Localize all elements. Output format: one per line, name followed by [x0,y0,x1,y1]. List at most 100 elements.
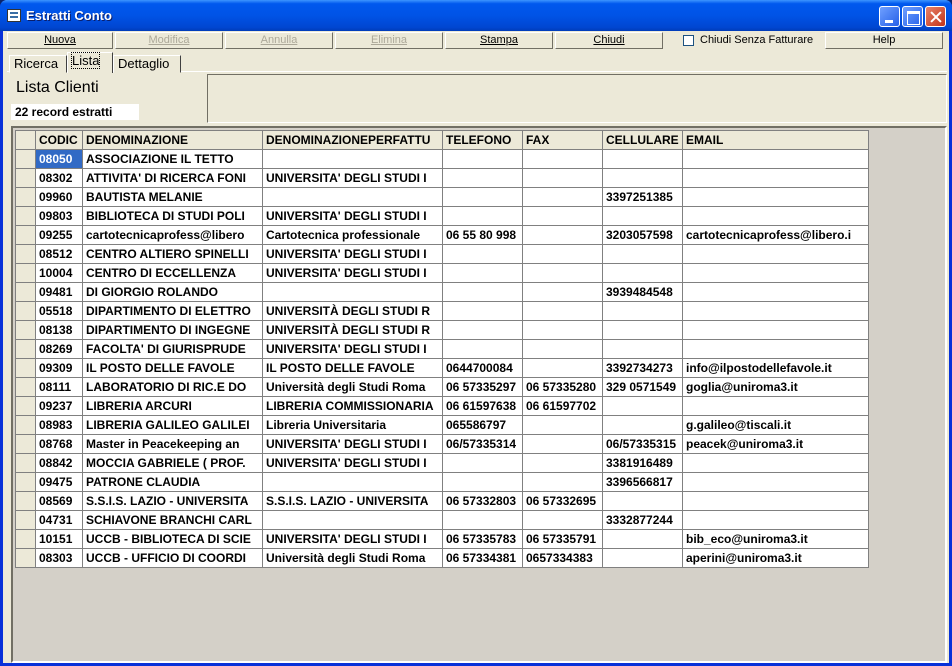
table-cell[interactable]: Università degli Studi Roma [262,377,443,397]
table-cell[interactable]: LIBRERIA COMMISSIONARIA [262,396,443,416]
table-cell[interactable]: 3939484548 [602,282,683,302]
table-cell[interactable]: 06 55 80 998 [442,225,523,245]
table-cell[interactable] [602,149,683,169]
table-cell[interactable] [602,529,683,549]
column-header[interactable]: FAX [522,130,603,150]
tab-dettaglio[interactable]: Dettaglio [113,55,181,73]
row-selector[interactable] [15,282,36,302]
table-cell[interactable]: cartotecnicaprofess@libero [82,225,263,245]
table-cell[interactable] [442,339,523,359]
table-cell[interactable] [682,339,869,359]
table-cell[interactable]: 3332877244 [602,510,683,530]
column-header[interactable]: DENOMINAZIONEPERFATTU [262,130,443,150]
chiudi-senza-fatturare-checkbox[interactable] [683,35,694,46]
table-row[interactable]: 08111 LABORATORIO DI RIC.E DO Università d… [15,377,869,397]
table-cell[interactable]: 08569 [35,491,83,511]
table-cell[interactable] [522,149,603,169]
table-cell[interactable]: 09803 [35,206,83,226]
table-cell[interactable]: 09960 [35,187,83,207]
table-row[interactable]: 08303 UCCB - UFFICIO DI COORDI Università … [15,548,869,568]
table-cell[interactable]: ASSOCIAZIONE IL TETTO [82,149,263,169]
maximize-button[interactable] [902,6,923,27]
table-cell[interactable]: S.S.I.S. LAZIO - UNIVERSITA [82,491,263,511]
table-cell[interactable]: 06 57332695 [522,491,603,511]
modifica-button[interactable]: Modifica [115,32,223,49]
table-cell[interactable]: PATRONE CLAUDIA [82,472,263,492]
table-cell[interactable]: cartotecnicaprofess@libero.i [682,225,869,245]
row-selector[interactable] [15,168,36,188]
table-cell[interactable]: 065586797 [442,415,523,435]
help-button[interactable]: Help [825,32,943,49]
table-cell[interactable] [682,187,869,207]
table-cell[interactable]: 0644700084 [442,358,523,378]
table-cell[interactable]: UNIVERSITÀ DEGLI STUDI R [262,301,443,321]
table-cell[interactable] [442,149,523,169]
table-cell[interactable]: BIBLIOTECA DI STUDI POLI [82,206,263,226]
table-cell[interactable]: IL POSTO DELLE FAVOLE [82,358,263,378]
table-cell[interactable] [682,472,869,492]
table-cell[interactable]: UNIVERSITÀ DEGLI STUDI R [262,320,443,340]
table-cell[interactable] [602,396,683,416]
table-cell[interactable]: 06 57334381 [442,548,523,568]
table-cell[interactable]: 08111 [35,377,83,397]
table-cell[interactable] [522,320,603,340]
table-cell[interactable]: 09255 [35,225,83,245]
column-header[interactable]: CODIC [35,130,83,150]
row-selector[interactable] [15,301,36,321]
table-cell[interactable]: Università degli Studi Roma [262,548,443,568]
table-cell[interactable]: 3397251385 [602,187,683,207]
table-cell[interactable] [442,263,523,283]
row-selector[interactable] [15,206,36,226]
table-row[interactable]: 09475 PATRONE CLAUDIA 3396566817 [15,472,869,492]
table-cell[interactable]: LIBRERIA GALILEO GALILEI [82,415,263,435]
table-row[interactable]: 08569 S.S.I.S. LAZIO - UNIVERSITA S.S.I.S.… [15,491,869,511]
column-header[interactable]: DENOMINAZIONE [82,130,263,150]
table-cell[interactable]: goglia@uniroma3.it [682,377,869,397]
table-cell[interactable]: ATTIVITA' DI RICERCA FONI [82,168,263,188]
table-cell[interactable] [522,415,603,435]
table-cell[interactable] [442,472,523,492]
table-cell[interactable] [522,187,603,207]
table-cell[interactable] [262,472,443,492]
row-selector[interactable] [15,187,36,207]
table-cell[interactable] [522,206,603,226]
row-selector[interactable] [15,225,36,245]
table-cell[interactable] [602,320,683,340]
row-selector[interactable] [15,263,36,283]
table-row[interactable]: 08842 MOCCIA GABRIELE ( PROF. UNIVERSITA' … [15,453,869,473]
table-cell[interactable]: 06 57335783 [442,529,523,549]
row-selector-header[interactable] [15,130,36,150]
table-cell[interactable] [442,244,523,264]
table-cell[interactable]: MOCCIA GABRIELE ( PROF. [82,453,263,473]
table-cell[interactable]: 3203057598 [602,225,683,245]
annulla-button[interactable]: Annulla [225,32,333,49]
table-cell[interactable]: 10151 [35,529,83,549]
table-cell[interactable]: 09481 [35,282,83,302]
table-row[interactable]: 10004 CENTRO DI ECCELLENZA UNIVERSITA' DEG… [15,263,869,283]
table-cell[interactable] [682,206,869,226]
table-row[interactable]: 08050 ASSOCIAZIONE IL TETTO [15,149,869,169]
table-cell[interactable] [522,225,603,245]
table-cell[interactable]: 06/57335314 [442,434,523,454]
table-cell[interactable] [442,168,523,188]
row-selector[interactable] [15,358,36,378]
table-cell[interactable]: FACOLTA' DI GIURISPRUDE [82,339,263,359]
table-cell[interactable]: 08302 [35,168,83,188]
table-cell[interactable]: aperini@uniroma3.it [682,548,869,568]
row-selector[interactable] [15,339,36,359]
table-row[interactable]: 09309 IL POSTO DELLE FAVOLE IL POSTO DELLE… [15,358,869,378]
table-cell[interactable] [602,244,683,264]
table-cell[interactable]: peacek@uniroma3.it [682,434,869,454]
table-cell[interactable]: 05518 [35,301,83,321]
row-selector[interactable] [15,377,36,397]
table-cell[interactable]: 09309 [35,358,83,378]
table-cell[interactable] [442,320,523,340]
table-cell[interactable]: CENTRO ALTIERO SPINELLI [82,244,263,264]
table-cell[interactable] [682,453,869,473]
chiudi-button[interactable]: Chiudi [555,32,663,49]
table-cell[interactable] [602,415,683,435]
row-selector[interactable] [15,529,36,549]
table-row[interactable]: 08983 LIBRERIA GALILEO GALILEI Libreria Un… [15,415,869,435]
table-cell[interactable]: DIPARTIMENTO DI ELETTRO [82,301,263,321]
table-row[interactable]: 09255 cartotecnicaprofess@libero Cartotecn… [15,225,869,245]
